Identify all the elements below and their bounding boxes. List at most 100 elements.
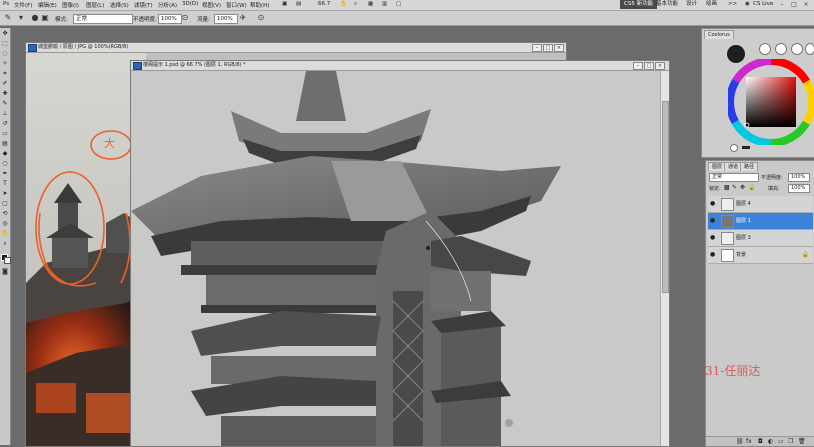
workspace-design[interactable]: 设计 [682,0,701,9]
path-select-tool-icon[interactable]: ➤ [1,190,9,198]
layer-row-3[interactable]: ● 图层 3 [708,230,813,247]
opacity-field[interactable]: 100% [158,14,182,24]
grid-icon[interactable]: ▦ [368,1,373,7]
menu-image[interactable]: 图像(I) [62,1,79,9]
main-document-title[interactable]: 楼阁提示 1.psd @ 66.7% (图层 1, RGB/8) * [131,61,669,71]
new-layer-icon[interactable]: ❐ [788,438,793,445]
layer-opacity-field[interactable]: 100% [788,173,810,182]
screen-mode-icon[interactable]: ▢ [396,1,401,7]
lock-all-icon[interactable]: 🔒 [748,184,755,191]
mode-select[interactable]: 正常 [73,14,133,24]
main-close-button[interactable]: × [655,62,665,70]
dodge-tool-icon[interactable]: ○ [1,160,9,168]
arrange-icon[interactable]: ▥ [382,1,387,7]
type-tool-icon[interactable]: T [1,180,9,188]
hand-tool-icon[interactable]: ✋ [1,230,9,238]
pen-tool-icon[interactable]: ✒ [1,170,9,178]
eraser-tool-icon[interactable]: ▭ [1,130,9,138]
layer-row-1[interactable]: ● 图层 1 [708,213,813,230]
layer-mask-icon[interactable]: ◘ [758,438,763,445]
reference-close-button[interactable]: × [554,44,564,52]
cs-live-label[interactable]: CS Live [753,1,773,7]
cs-live-icon[interactable]: ◉ [745,1,750,7]
fill-field[interactable]: 100% [788,184,810,193]
brush-preset-icon[interactable]: ▾ [16,13,26,23]
brush-size-icon[interactable]: ● [30,13,40,23]
reference-maximize-button[interactable]: □ [543,44,553,52]
swatch-slot-2[interactable] [775,43,787,55]
hand-icon[interactable]: ✋ [340,1,347,7]
menu-help[interactable]: 帮助(H) [250,1,269,9]
workspace-essentials[interactable]: 基本功能 [652,0,682,9]
menu-edit[interactable]: 编辑(E) [38,1,57,9]
menu-3d[interactable]: 3D(D) [182,1,198,7]
color-mode-toggle[interactable] [730,144,738,152]
eyedropper-tool-icon[interactable]: ✐ [1,80,9,88]
main-document-window[interactable]: 楼阁提示 1.psd @ 66.7% (图层 1, RGB/8) * – □ × [130,60,670,447]
brush-tool-icon[interactable]: ✎ [1,100,9,108]
lock-image-icon[interactable]: ✎ [732,184,737,191]
workspace-painting[interactable]: 绘画 [702,0,721,9]
main-scroll-thumb[interactable] [662,101,669,293]
adjustment-layer-icon[interactable]: ◐ [768,438,773,445]
swatch-slot-3[interactable] [791,43,803,55]
minimize-button[interactable]: – [776,1,788,9]
main-minimize-button[interactable]: – [633,62,643,70]
menu-window[interactable]: 窗口(W) [226,1,247,9]
gradient-tool-icon[interactable]: ▤ [1,140,9,148]
workspace-more[interactable]: >> [724,0,741,9]
link-layers-icon[interactable]: ⛓ [736,438,744,445]
quick-mask-icon[interactable]: ◙ [1,268,9,276]
stamp-tool-icon[interactable]: ⊥ [1,110,9,118]
bridge-icon[interactable]: ▣ [282,1,287,7]
visibility-eye-icon[interactable]: ● [710,252,717,258]
layer-style-icon[interactable]: fx [746,438,752,445]
zoom-tool-icon[interactable]: ⌕ [1,240,9,248]
zoom-level[interactable]: 66.7 [318,1,330,7]
flow-field[interactable]: 100% [214,14,238,24]
main-maximize-button[interactable]: □ [644,62,654,70]
3d-orbit-tool-icon[interactable]: ◎ [1,220,9,228]
maximize-button[interactable]: □ [788,1,800,9]
blur-tool-icon[interactable]: ◆ [1,150,9,158]
blend-mode-select[interactable]: 正常 [709,173,759,182]
minibridge-icon[interactable]: ▤ [296,1,301,7]
magic-wand-tool-icon[interactable]: ✧ [1,60,9,68]
menu-file[interactable]: 文件(F) [14,1,32,9]
move-tool-icon[interactable]: ✥ [1,30,9,38]
brush-panel-icon[interactable]: ▣ [40,13,50,23]
lock-transparent-icon[interactable]: ▩ [724,184,730,191]
pressure-opacity-icon[interactable]: ⊙ [180,13,190,23]
reference-minimize-button[interactable]: – [532,44,542,52]
close-button[interactable]: × [800,1,812,9]
color-bar-dark[interactable] [742,146,750,149]
delete-layer-icon[interactable]: 🗑 [798,438,806,445]
coolorus-tab[interactable]: Coolorus [704,30,734,39]
swatch-slot-1[interactable] [759,43,771,55]
visibility-eye-icon[interactable]: ● [710,235,717,241]
airbrush-icon[interactable]: ✈ [238,13,248,23]
background-color-swatch[interactable] [4,257,11,264]
brush-tool-icon[interactable]: ✎ [3,13,13,23]
lock-position-icon[interactable]: ✥ [740,184,745,191]
crop-tool-icon[interactable]: ⌗ [1,70,9,78]
zoom-icon[interactable]: ⌕ [354,1,357,8]
menu-select[interactable]: 选择(S) [110,1,129,9]
main-vertical-scrollbar[interactable] [660,71,669,446]
swatch-slot-4[interactable] [805,43,814,55]
pressure-size-icon[interactable]: ⊙ [256,13,266,23]
menu-view[interactable]: 视图(V) [202,1,221,9]
new-group-icon[interactable]: ▭ [778,438,784,445]
history-brush-tool-icon[interactable]: ↺ [1,120,9,128]
visibility-eye-icon[interactable]: ● [710,218,717,224]
3d-rotate-tool-icon[interactable]: ⟲ [1,210,9,218]
marquee-tool-icon[interactable]: ⬚ [1,40,9,48]
main-canvas[interactable] [131,71,660,446]
lasso-tool-icon[interactable]: ◌ [1,50,9,58]
tab-paths[interactable]: 路径 [740,162,759,171]
reference-document-title[interactable]: 城堡鹏喻 / 原图 / JPG @ 100%(RGB/8) [26,43,566,53]
layer-row-4[interactable]: ● 图层 4 [708,196,813,213]
shape-tool-icon[interactable]: ▢ [1,200,9,208]
menu-filter[interactable]: 滤镜(T) [134,1,153,9]
healing-tool-icon[interactable]: ✚ [1,90,9,98]
